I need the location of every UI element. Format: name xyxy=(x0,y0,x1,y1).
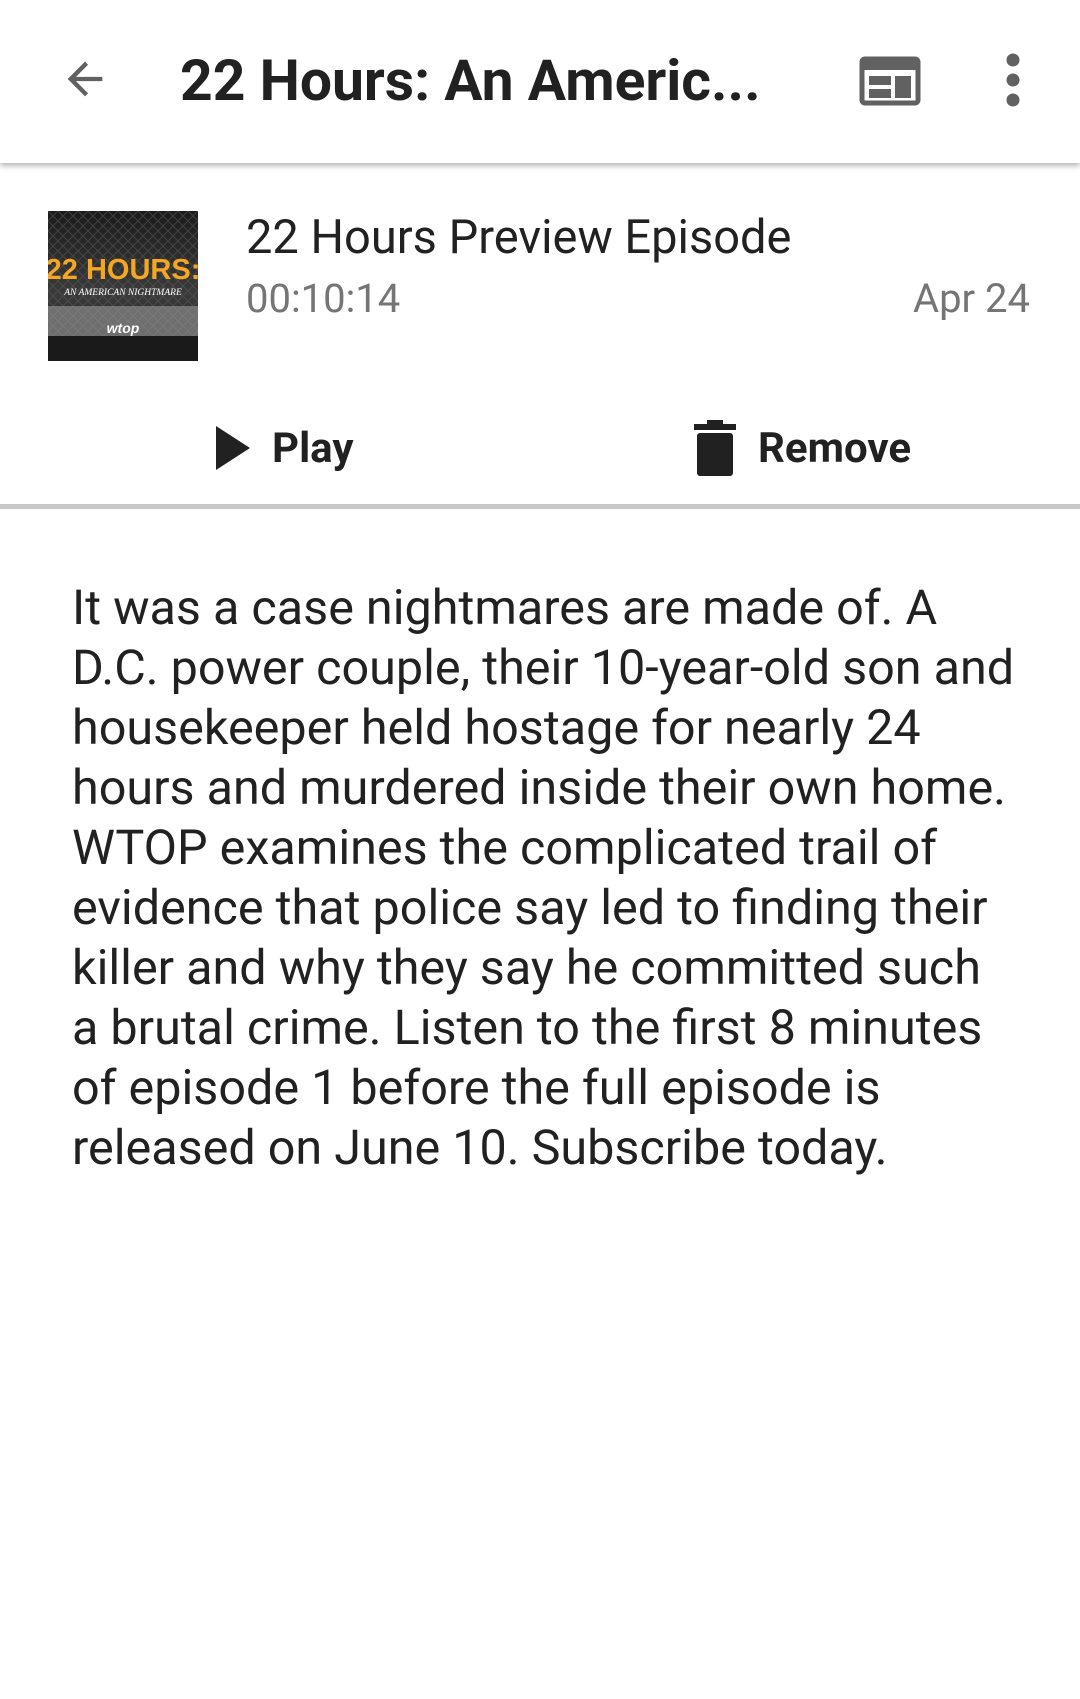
cover-title-text: 22 HOURS: xyxy=(48,254,198,286)
more-options-button[interactable] xyxy=(982,44,1044,116)
cover-art: 22 HOURS: AN AMERICAN NIGHTMARE wtop xyxy=(48,211,198,361)
more-vertical-icon xyxy=(1006,53,1020,107)
play-button[interactable]: Play xyxy=(200,393,368,503)
trash-icon xyxy=(694,420,736,476)
cover-brand-text: wtop xyxy=(107,320,140,336)
app-bar: 22 Hours: An Americ... xyxy=(0,0,1080,163)
play-icon xyxy=(216,426,250,470)
back-button[interactable] xyxy=(50,44,120,114)
cover-subtitle-text: AN AMERICAN NIGHTMARE xyxy=(63,288,182,298)
open-in-browser-button[interactable] xyxy=(850,46,930,116)
arrow-left-icon xyxy=(67,61,103,97)
episode-description: It was a case nightmares are made of. A … xyxy=(72,579,1015,1176)
remove-button[interactable]: Remove xyxy=(680,393,925,503)
divider xyxy=(0,504,1080,509)
podcast-cover-image: 22 HOURS: AN AMERICAN NIGHTMARE wtop xyxy=(48,211,198,361)
episode-date: Apr 24 xyxy=(913,275,1030,322)
episode-header: 22 HOURS: AN AMERICAN NIGHTMARE wtop 22 … xyxy=(0,163,1080,508)
web-browser-icon xyxy=(859,56,921,106)
episode-duration: 00:10:14 xyxy=(246,275,401,322)
play-button-label: Play xyxy=(272,423,354,473)
page-title: 22 Hours: An Americ... xyxy=(180,47,761,114)
episode-title: 22 Hours Preview Episode xyxy=(246,210,792,265)
remove-button-label: Remove xyxy=(758,423,912,473)
